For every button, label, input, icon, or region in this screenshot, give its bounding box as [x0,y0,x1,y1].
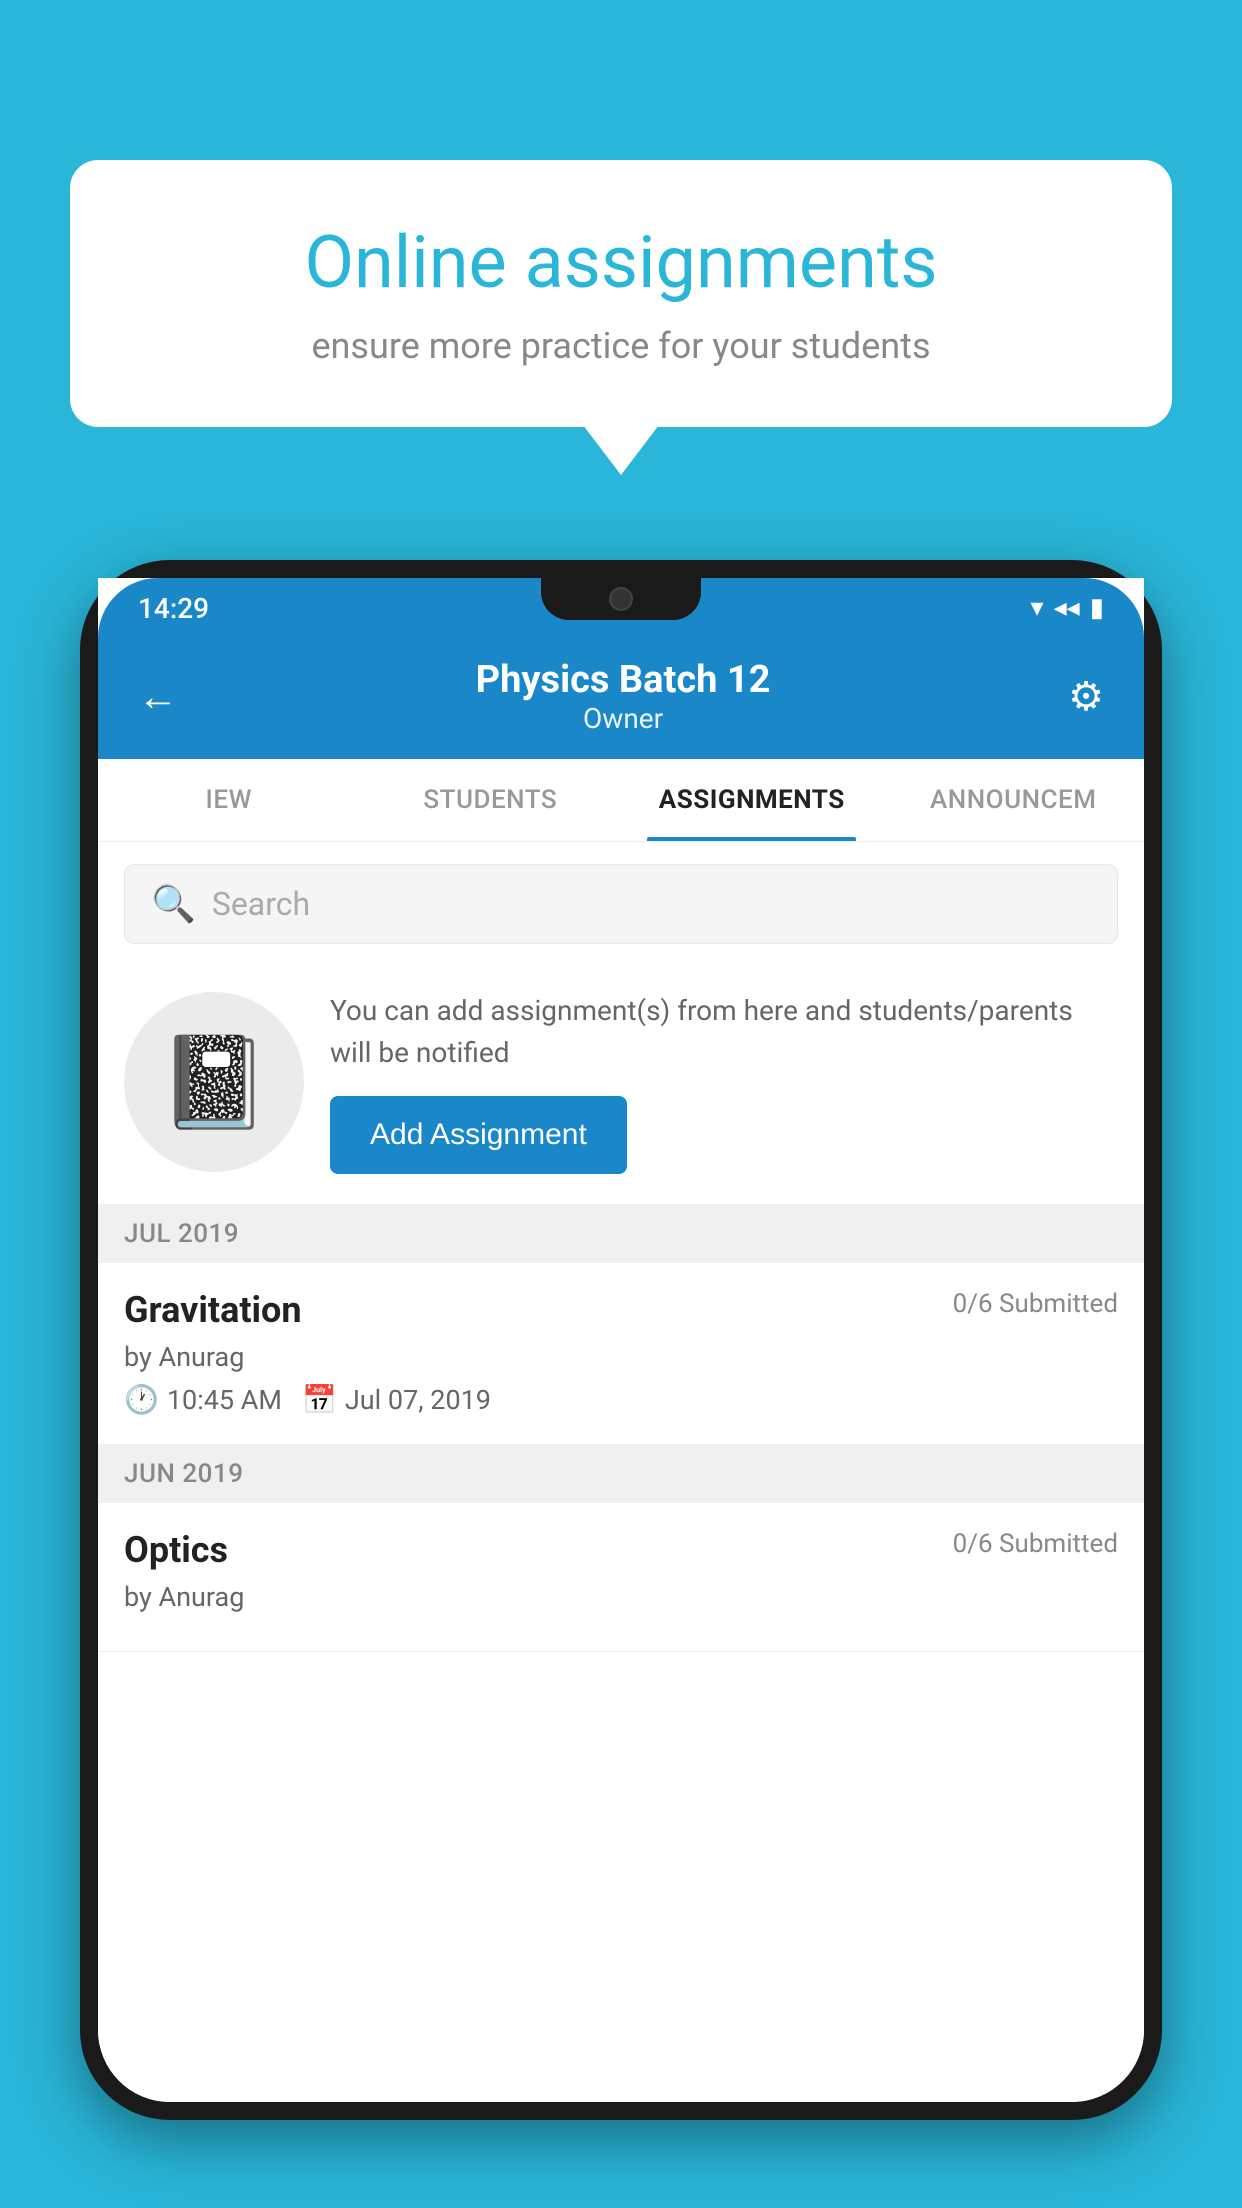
assignment-gravitation-author: by Anurag [124,1341,1118,1373]
tabs-bar: IEW STUDENTS ASSIGNMENTS ANNOUNCEM [98,759,1144,842]
batch-title: Physics Batch 12 [476,658,771,702]
month-divider-jul: JUL 2019 [98,1205,1144,1263]
phone-device: 14:29 ▾ ◂◂ ▮ ← Physics Batch 12 Owner ⚙ [80,560,1162,2208]
tab-iew[interactable]: IEW [98,759,360,841]
phone-screen: 14:29 ▾ ◂◂ ▮ ← Physics Batch 12 Owner ⚙ [98,578,1144,2102]
assignment-gravitation-header: Gravitation 0/6 Submitted [124,1289,1118,1331]
assignment-gravitation-date: 📅 Jul 07, 2019 [302,1383,491,1416]
speech-bubble-title: Online assignments [140,220,1102,305]
search-placeholder: Search [212,885,310,923]
speech-bubble-subtitle: ensure more practice for your students [140,325,1102,367]
batch-role: Owner [476,702,771,735]
assignment-optics[interactable]: Optics 0/6 Submitted by Anurag [98,1503,1144,1652]
promo-speech-bubble: Online assignments ensure more practice … [70,160,1172,427]
assignment-gravitation-submitted: 0/6 Submitted [953,1289,1118,1319]
promo-description: You can add assignment(s) from here and … [330,990,1118,1074]
assignment-optics-header: Optics 0/6 Submitted [124,1529,1118,1571]
phone-frame: 14:29 ▾ ◂◂ ▮ ← Physics Batch 12 Owner ⚙ [80,560,1162,2120]
signal-icon: ◂◂ [1054,593,1080,623]
app-content: 🔍 Search 📓 You can add assignment(s) fro… [98,842,1144,2102]
search-bar[interactable]: 🔍 Search [124,864,1118,944]
calendar-icon: 📅 [302,1383,337,1416]
clock-icon: 🕐 [124,1383,159,1416]
back-button[interactable]: ← [138,673,178,720]
month-divider-jun: JUN 2019 [98,1445,1144,1503]
speech-bubble-box: Online assignments ensure more practice … [70,160,1172,427]
tab-students[interactable]: STUDENTS [360,759,622,841]
promo-icon-circle: 📓 [124,992,304,1172]
assignment-optics-submitted: 0/6 Submitted [953,1529,1118,1559]
assignment-gravitation-name: Gravitation [124,1289,302,1331]
assignment-gravitation-time: 🕐 10:45 AM [124,1383,282,1416]
tab-assignments[interactable]: ASSIGNMENTS [621,759,883,841]
assignment-optics-name: Optics [124,1529,228,1571]
promo-card: 📓 You can add assignment(s) from here an… [98,966,1144,1205]
status-time: 14:29 [138,592,209,625]
header-center: Physics Batch 12 Owner [476,658,771,735]
assignment-optics-author: by Anurag [124,1581,1118,1613]
promo-right: You can add assignment(s) from here and … [330,990,1118,1174]
search-icon: 🔍 [151,883,196,925]
camera-dot [609,587,633,611]
battery-icon: ▮ [1090,593,1104,623]
settings-icon[interactable]: ⚙ [1068,673,1104,720]
wifi-icon: ▾ [1031,593,1044,623]
phone-notch [541,578,701,620]
app-header: ← Physics Batch 12 Owner ⚙ [98,638,1144,759]
assignment-gravitation-meta: 🕐 10:45 AM 📅 Jul 07, 2019 [124,1383,1118,1416]
status-icons: ▾ ◂◂ ▮ [1031,593,1104,623]
notebook-icon: 📓 [158,1030,270,1135]
add-assignment-button[interactable]: Add Assignment [330,1096,627,1174]
assignment-gravitation[interactable]: Gravitation 0/6 Submitted by Anurag 🕐 10… [98,1263,1144,1445]
tab-announcements[interactable]: ANNOUNCEM [883,759,1145,841]
